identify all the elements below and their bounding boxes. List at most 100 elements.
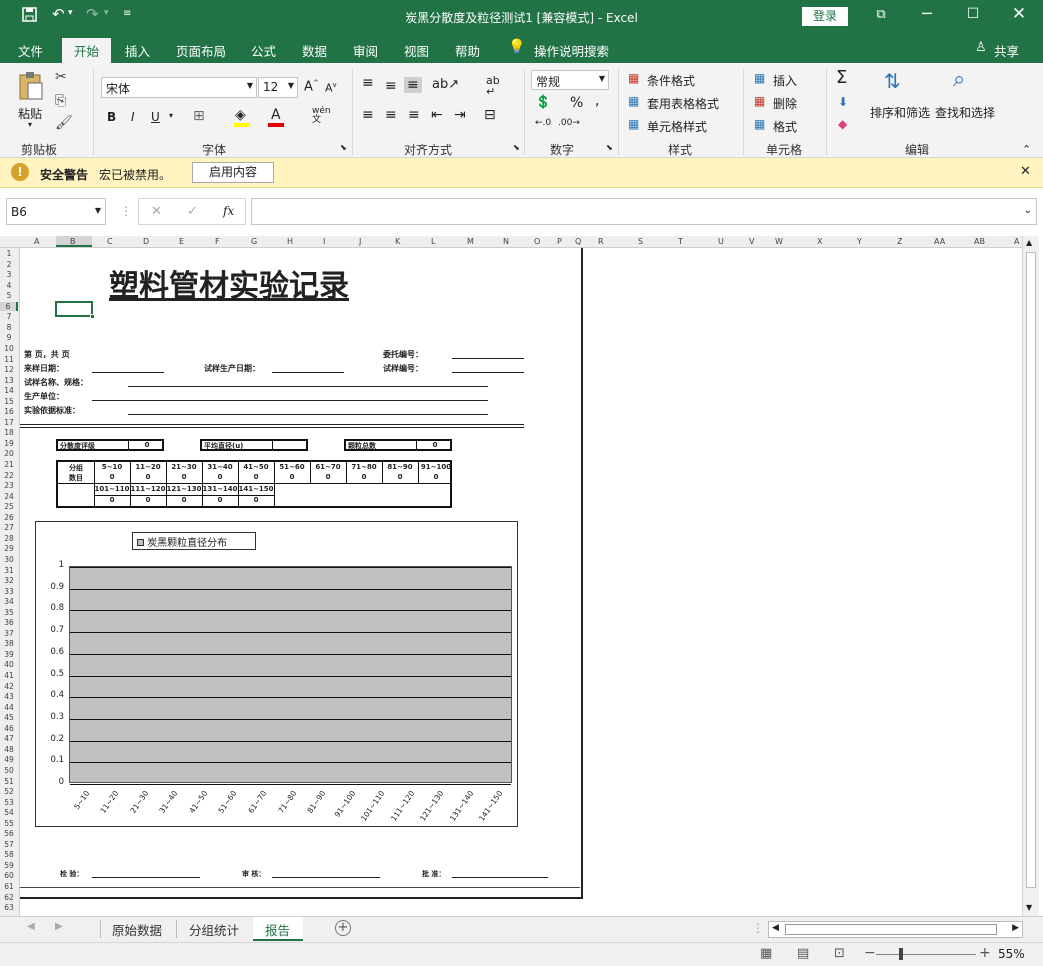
expand-formula-icon[interactable]: ⌄ bbox=[1024, 205, 1032, 216]
row-header[interactable]: 18 bbox=[0, 428, 18, 437]
row-header[interactable]: 55 bbox=[0, 819, 18, 828]
zoom-in-icon[interactable]: + bbox=[979, 945, 991, 961]
row-header[interactable]: 16 bbox=[0, 407, 18, 416]
enable-content-button[interactable]: 启用内容 bbox=[192, 162, 274, 183]
worksheet[interactable]: A B C D E F G H I J K L M N O P Q R S T … bbox=[0, 236, 1043, 916]
percent-icon[interactable]: % bbox=[570, 95, 583, 111]
col-header[interactable]: N bbox=[503, 237, 509, 246]
cut-icon[interactable]: ✂ bbox=[55, 69, 67, 85]
row-header[interactable]: 36 bbox=[0, 618, 18, 627]
align-middle-icon[interactable]: ≡ bbox=[385, 78, 397, 94]
bold-button[interactable]: B bbox=[107, 110, 116, 124]
row-header[interactable]: 32 bbox=[0, 576, 18, 585]
merge-center-icon[interactable]: ⊟ bbox=[484, 107, 496, 123]
tab-review[interactable]: 审阅 bbox=[353, 41, 378, 60]
zoom-thumb[interactable] bbox=[899, 948, 903, 960]
align-bottom-icon[interactable]: ≡ bbox=[404, 77, 422, 93]
underline-button[interactable]: U bbox=[151, 110, 160, 124]
align-left-icon[interactable]: ≡ bbox=[362, 107, 374, 123]
format-cells-button[interactable]: 格式 bbox=[773, 118, 797, 135]
autosum-icon[interactable]: Σ bbox=[836, 67, 847, 88]
row-header[interactable]: 52 bbox=[0, 787, 18, 796]
page-layout-view-icon[interactable]: ▤ bbox=[797, 946, 809, 961]
col-header[interactable]: L bbox=[431, 237, 435, 246]
font-color-icon[interactable]: A bbox=[271, 107, 281, 123]
row-header[interactable]: 48 bbox=[0, 745, 18, 754]
row-header[interactable]: 58 bbox=[0, 850, 18, 859]
decrease-font-icon[interactable]: Av bbox=[325, 81, 337, 95]
wrap-text-icon[interactable]: ab ↵ bbox=[486, 75, 500, 97]
tell-me-search[interactable]: 操作说明搜索 bbox=[534, 41, 609, 60]
row-header[interactable]: 34 bbox=[0, 597, 18, 606]
page-break-view-icon[interactable]: ⊡ bbox=[834, 946, 845, 961]
row-header[interactable]: 11 bbox=[0, 355, 18, 364]
col-header[interactable]: A bbox=[34, 237, 39, 246]
row-header[interactable]: 45 bbox=[0, 713, 18, 722]
col-header[interactable]: B bbox=[56, 236, 92, 247]
row-header[interactable]: 61 bbox=[0, 882, 18, 891]
cell-styles-button[interactable]: 单元格样式 bbox=[647, 118, 707, 135]
insert-cells-button[interactable]: 插入 bbox=[773, 72, 797, 89]
tab-help[interactable]: 帮助 bbox=[455, 41, 480, 60]
scroll-thumb[interactable] bbox=[1026, 252, 1036, 888]
row-header[interactable]: 38 bbox=[0, 639, 18, 648]
increase-indent-icon[interactable]: ⇥ bbox=[454, 107, 466, 123]
row-header[interactable]: 57 bbox=[0, 840, 18, 849]
row-header[interactable]: 22 bbox=[0, 471, 18, 480]
col-header[interactable]: I bbox=[323, 237, 325, 246]
row-header[interactable]: 17 bbox=[0, 418, 18, 427]
maximize-icon[interactable]: ☐ bbox=[958, 6, 988, 22]
decrease-decimal-icon[interactable]: .00→ bbox=[558, 118, 580, 128]
cancel-icon[interactable]: ✕ bbox=[151, 204, 162, 219]
currency-icon[interactable]: 💲 bbox=[535, 95, 551, 110]
row-header[interactable]: 31 bbox=[0, 566, 18, 575]
vertical-scrollbar[interactable]: ▲ ▼ bbox=[1022, 236, 1039, 916]
col-header[interactable]: C bbox=[107, 237, 113, 246]
delete-cells-button[interactable]: 删除 bbox=[773, 95, 797, 112]
row-header[interactable]: 13 bbox=[0, 376, 18, 385]
row-header[interactable]: 56 bbox=[0, 829, 18, 838]
col-header[interactable]: O bbox=[534, 237, 540, 246]
clear-icon[interactable]: ◆ bbox=[838, 117, 847, 131]
col-header[interactable]: S bbox=[638, 237, 643, 246]
row-header[interactable]: 30 bbox=[0, 555, 18, 564]
tab-insert[interactable]: 插入 bbox=[125, 41, 150, 60]
scroll-right-icon[interactable]: ▶ bbox=[1012, 923, 1019, 933]
decrease-indent-icon[interactable]: ⇤ bbox=[431, 107, 443, 123]
col-header[interactable]: F bbox=[215, 237, 220, 246]
row-header[interactable]: 53 bbox=[0, 798, 18, 807]
row-header[interactable]: 51 bbox=[0, 777, 18, 786]
paste-dropdown-icon[interactable]: ▾ bbox=[28, 120, 32, 129]
distribution-chart[interactable]: 炭黑颗粒直径分布 1 0.9 0.8 0.7 0.6 0.5 0.4 0.3 0.2 0.1 0 5… bbox=[35, 521, 518, 827]
border-icon[interactable]: ⊞ bbox=[193, 108, 205, 124]
col-header[interactable]: X bbox=[817, 237, 822, 246]
font-size-select[interactable]: 12 ▼ bbox=[258, 77, 298, 98]
minimize-icon[interactable]: ─ bbox=[912, 4, 942, 23]
tab-view[interactable]: 视图 bbox=[404, 41, 429, 60]
close-warning-icon[interactable]: ✕ bbox=[1020, 164, 1031, 179]
row-header[interactable]: 43 bbox=[0, 692, 18, 701]
row-header[interactable]: 15 bbox=[0, 397, 18, 406]
sheet-tab-group-stats[interactable]: 分组统计 bbox=[189, 917, 239, 941]
tab-data[interactable]: 数据 bbox=[302, 41, 327, 60]
col-header[interactable]: A bbox=[1014, 237, 1019, 246]
insert-function-button[interactable]: fx bbox=[223, 204, 234, 218]
share-button[interactable]: 共享 bbox=[994, 41, 1019, 60]
next-sheet-icon[interactable]: ▶ bbox=[55, 921, 63, 932]
row-header[interactable]: 42 bbox=[0, 682, 18, 691]
row-header[interactable]: 50 bbox=[0, 766, 18, 775]
row-header[interactable]: 28 bbox=[0, 534, 18, 543]
row-header[interactable]: 10 bbox=[0, 344, 18, 353]
col-header[interactable]: H bbox=[287, 237, 293, 246]
number-format-select[interactable]: 常规 ▼ bbox=[531, 70, 609, 90]
normal-view-icon[interactable]: ▦ bbox=[760, 946, 772, 961]
sheet-tab-raw-data[interactable]: 原始数据 bbox=[112, 917, 162, 941]
row-header[interactable]: 41 bbox=[0, 671, 18, 680]
enter-icon[interactable]: ✓ bbox=[187, 204, 198, 219]
add-sheet-icon[interactable]: + bbox=[335, 920, 351, 936]
row-header[interactable]: 46 bbox=[0, 724, 18, 733]
align-right-icon[interactable]: ≡ bbox=[408, 107, 420, 123]
row-header[interactable]: 39 bbox=[0, 650, 18, 659]
row-header[interactable]: 54 bbox=[0, 808, 18, 817]
format-as-table-button[interactable]: 套用表格格式 bbox=[647, 95, 719, 112]
